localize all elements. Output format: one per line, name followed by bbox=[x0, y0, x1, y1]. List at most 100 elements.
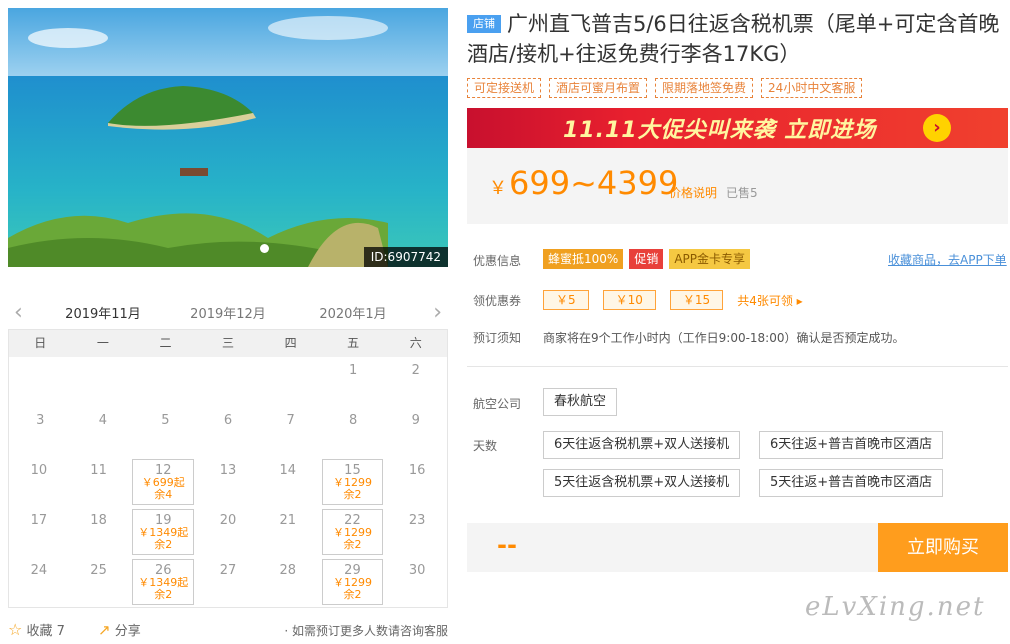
day-number: 8 bbox=[349, 413, 358, 428]
day-number: 23 bbox=[408, 513, 426, 528]
currency-symbol: ￥ bbox=[489, 178, 507, 199]
calendar-day: 11 bbox=[69, 457, 129, 507]
promo-banner[interactable]: 11.11大促尖叫来袭 立即进场 › bbox=[467, 108, 1008, 148]
calendar-day bbox=[72, 357, 135, 407]
coupon-15[interactable]: ￥15 bbox=[669, 290, 724, 310]
calendar-day-available[interactable]: 19 ￥1349起 余2 bbox=[132, 509, 195, 555]
product-title: 店铺 广州直飞普吉5/6日往返含税机票（尾单+可定含首晚酒店/接机+往返免费行李各… bbox=[467, 9, 1007, 69]
calendar-day bbox=[259, 357, 322, 407]
chevron-right-icon: › bbox=[923, 114, 951, 142]
day-remaining: 余2 bbox=[154, 538, 173, 551]
days-option-5-hotel[interactable]: 5天往返+普吉首晚市区酒店 bbox=[759, 469, 944, 497]
calendar-day: 8 bbox=[322, 407, 385, 457]
more-coupons-link[interactable]: 共4张可领 ▸ bbox=[737, 292, 802, 309]
divider bbox=[467, 366, 1008, 367]
calendar-day: 24 bbox=[9, 557, 69, 607]
buy-now-button[interactable]: 立即购买 bbox=[878, 523, 1008, 572]
calendar-day: 17 bbox=[9, 507, 69, 557]
tab-month-2020-01[interactable]: 2020年1月 bbox=[308, 303, 398, 322]
weekday-label: 一 bbox=[96, 336, 109, 350]
calendar-day: 18 bbox=[69, 507, 129, 557]
day-number: 14 bbox=[279, 463, 296, 478]
calendar-day: 14 bbox=[258, 457, 318, 507]
calendar-day-available[interactable]: 29 ￥1299 余2 bbox=[321, 559, 384, 605]
weekday-label: 五 bbox=[347, 336, 360, 350]
weekday-label: 六 bbox=[409, 336, 422, 350]
promo-badges: 蜂蜜抵100% 促销 APP金卡专享 bbox=[543, 249, 751, 269]
calendar-day: 21 bbox=[258, 507, 318, 557]
weekday-label: 四 bbox=[284, 336, 297, 350]
next-month-arrow-icon[interactable]: › bbox=[433, 300, 442, 325]
price-box: ￥699~4399 价格说明 已售5 bbox=[467, 148, 1008, 224]
watermark-logo: eLvXing.net bbox=[805, 592, 986, 622]
day-number: 5 bbox=[161, 413, 170, 428]
calendar-week-row: 10 11 12 ￥699起 余4 13 14 15 ￥1299 余2 16 bbox=[9, 457, 447, 507]
calendar-day: 10 bbox=[9, 457, 69, 507]
calendar-day: 23 bbox=[387, 507, 447, 557]
day-number: 1 bbox=[349, 363, 358, 378]
calendar-day: 28 bbox=[258, 557, 318, 607]
calendar-day: 25 bbox=[69, 557, 129, 607]
prev-month-arrow-icon[interactable]: ‹ bbox=[14, 300, 23, 325]
day-number: 16 bbox=[408, 463, 426, 478]
calendar-day: 1 bbox=[322, 357, 385, 407]
calendar-day: 30 bbox=[387, 557, 447, 607]
day-number: 10 bbox=[30, 463, 48, 478]
carousel-dot[interactable] bbox=[260, 244, 269, 253]
promo-badge-sale: 促销 bbox=[629, 249, 664, 269]
day-number: 28 bbox=[279, 563, 296, 578]
weekday-label: 三 bbox=[222, 336, 235, 350]
price-range: ￥699~4399 bbox=[489, 164, 678, 202]
calendar-day-available[interactable]: 15 ￥1299 余2 bbox=[321, 459, 384, 505]
share-button[interactable]: ↗ 分享 bbox=[98, 620, 141, 639]
product-title-text: 广州直飞普吉5/6日往返含税机票（尾单+可定含首晚酒店/接机+往返免费行李各17… bbox=[467, 12, 1000, 66]
notice-label: 预订须知 bbox=[473, 331, 522, 345]
coupon-list: ￥5 ￥10 ￥15 共4张可领 ▸ bbox=[543, 290, 803, 310]
favorite-count: 收藏 7 bbox=[26, 624, 65, 639]
day-number: 27 bbox=[219, 563, 237, 578]
island-photo-image bbox=[8, 8, 448, 267]
day-remaining: 余2 bbox=[343, 588, 362, 601]
sold-count: 已售5 bbox=[726, 186, 758, 200]
day-number: 20 bbox=[219, 513, 237, 528]
product-photo[interactable]: ID:6907742 bbox=[8, 8, 448, 267]
calendar-day bbox=[197, 357, 260, 407]
month-tabs: ‹ 2019年11月 2019年12月 2020年1月 › bbox=[8, 294, 448, 334]
day-number: 21 bbox=[279, 513, 296, 528]
total-price: -- bbox=[497, 531, 517, 559]
weekday-label: 二 bbox=[159, 336, 172, 350]
purchase-bar: -- 立即购买 bbox=[467, 523, 1008, 572]
promo-badge-honey: 蜂蜜抵100% bbox=[543, 249, 624, 269]
calendar-day-available[interactable]: 26 ￥1349起 余2 bbox=[132, 559, 195, 605]
tab-month-2019-12[interactable]: 2019年12月 bbox=[183, 303, 273, 322]
share-label: 分享 bbox=[114, 624, 141, 639]
day-remaining: 余2 bbox=[343, 488, 362, 501]
calendar-week-row: 3 4 5 6 7 8 9 bbox=[9, 407, 447, 457]
favorite-button[interactable]: ☆ 收藏 7 bbox=[8, 620, 65, 639]
feature-tag: 限期落地签免费 bbox=[655, 78, 754, 98]
calendar-day-available[interactable]: 22 ￥1299 余2 bbox=[321, 509, 384, 555]
weekday-label: 日 bbox=[34, 336, 47, 350]
weekday-header: 日 一 二 三 四 五 六 bbox=[9, 330, 447, 357]
day-number: 13 bbox=[219, 463, 237, 478]
favorite-app-link[interactable]: 收藏商品，去APP下单 bbox=[888, 251, 1007, 268]
days-option-6-airport[interactable]: 6天往返含税机票+双人送接机 bbox=[543, 431, 741, 459]
days-option-5-airport[interactable]: 5天往返含税机票+双人送接机 bbox=[543, 469, 741, 497]
days-option-6-hotel[interactable]: 6天往返+普吉首晚市区酒店 bbox=[759, 431, 944, 459]
group-booking-tip: · 如需预订更多人数请咨询客服 bbox=[284, 624, 448, 638]
price-explanation-link[interactable]: 价格说明 bbox=[669, 184, 717, 201]
day-number: 25 bbox=[90, 563, 107, 578]
promo-badge-app-gold: APP金卡专享 bbox=[669, 249, 751, 269]
airline-option[interactable]: 春秋航空 bbox=[543, 388, 618, 416]
calendar-day: 3 bbox=[9, 407, 72, 457]
feature-tag: 24小时中文客服 bbox=[761, 78, 863, 98]
calendar-day: 4 bbox=[72, 407, 135, 457]
day-number: 17 bbox=[30, 513, 48, 528]
feature-tag: 酒店可蜜月布置 bbox=[549, 78, 648, 98]
shop-badge: 店铺 bbox=[467, 15, 501, 33]
coupon-10[interactable]: ￥10 bbox=[602, 290, 656, 310]
day-number: 7 bbox=[286, 413, 295, 428]
coupon-5[interactable]: ￥5 bbox=[543, 290, 589, 310]
calendar-day: 13 bbox=[198, 457, 258, 507]
calendar-day-available[interactable]: 12 ￥699起 余4 bbox=[132, 459, 195, 505]
